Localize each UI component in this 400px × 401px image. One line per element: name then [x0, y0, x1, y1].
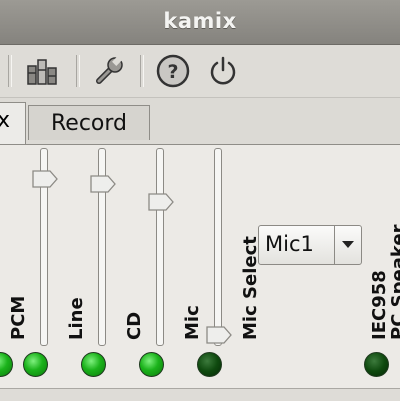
chevron-down-icon[interactable] [334, 226, 361, 264]
channel-label-pc-speaker: PC Speaker [388, 224, 400, 340]
pcm-led[interactable] [23, 352, 48, 377]
settings-wrench-icon[interactable] [90, 53, 128, 89]
svg-text:?: ? [167, 61, 178, 83]
tab-bar: x Record [0, 97, 400, 146]
line-led[interactable] [81, 352, 106, 377]
cd-slider-track[interactable] [156, 148, 164, 346]
toolbar-separator [8, 55, 12, 87]
channel-label-iec958: IEC958 [369, 270, 390, 340]
mic-select-dropdown[interactable]: Mic1 [258, 225, 362, 265]
channel-label-line: Line [66, 297, 87, 340]
tab-playback[interactable]: x [0, 102, 26, 146]
channel-label-mic: Mic [182, 305, 203, 340]
tab-record[interactable]: Record [28, 105, 150, 140]
iec958-led[interactable] [364, 352, 389, 377]
mixer-panel [0, 144, 400, 390]
window-bottom-edge [0, 388, 400, 401]
channel-label-pcm: PCM [8, 295, 29, 340]
toolbar: ? [0, 45, 400, 98]
line-slider-thumb[interactable] [90, 175, 116, 193]
toolbar-separator [76, 55, 80, 87]
mic-slider-track[interactable] [214, 148, 222, 346]
tab-record-label: Record [50, 110, 127, 136]
tab-playback-label: x [0, 108, 11, 133]
window-title: kamix [163, 9, 237, 33]
mic-select-value: Mic1 [265, 232, 314, 256]
title-bar: kamix [0, 0, 400, 45]
cd-slider-thumb[interactable] [148, 193, 174, 211]
mixer-icon[interactable] [24, 53, 62, 89]
help-icon[interactable]: ? [154, 53, 192, 89]
power-icon[interactable] [204, 53, 242, 89]
cd-led[interactable] [139, 352, 164, 377]
toolbar-separator [140, 55, 144, 87]
channel-label-cd: CD [124, 311, 145, 340]
mic-led[interactable] [197, 352, 222, 377]
pcm-slider-thumb[interactable] [32, 170, 58, 188]
mic-slider-thumb[interactable] [206, 326, 232, 344]
